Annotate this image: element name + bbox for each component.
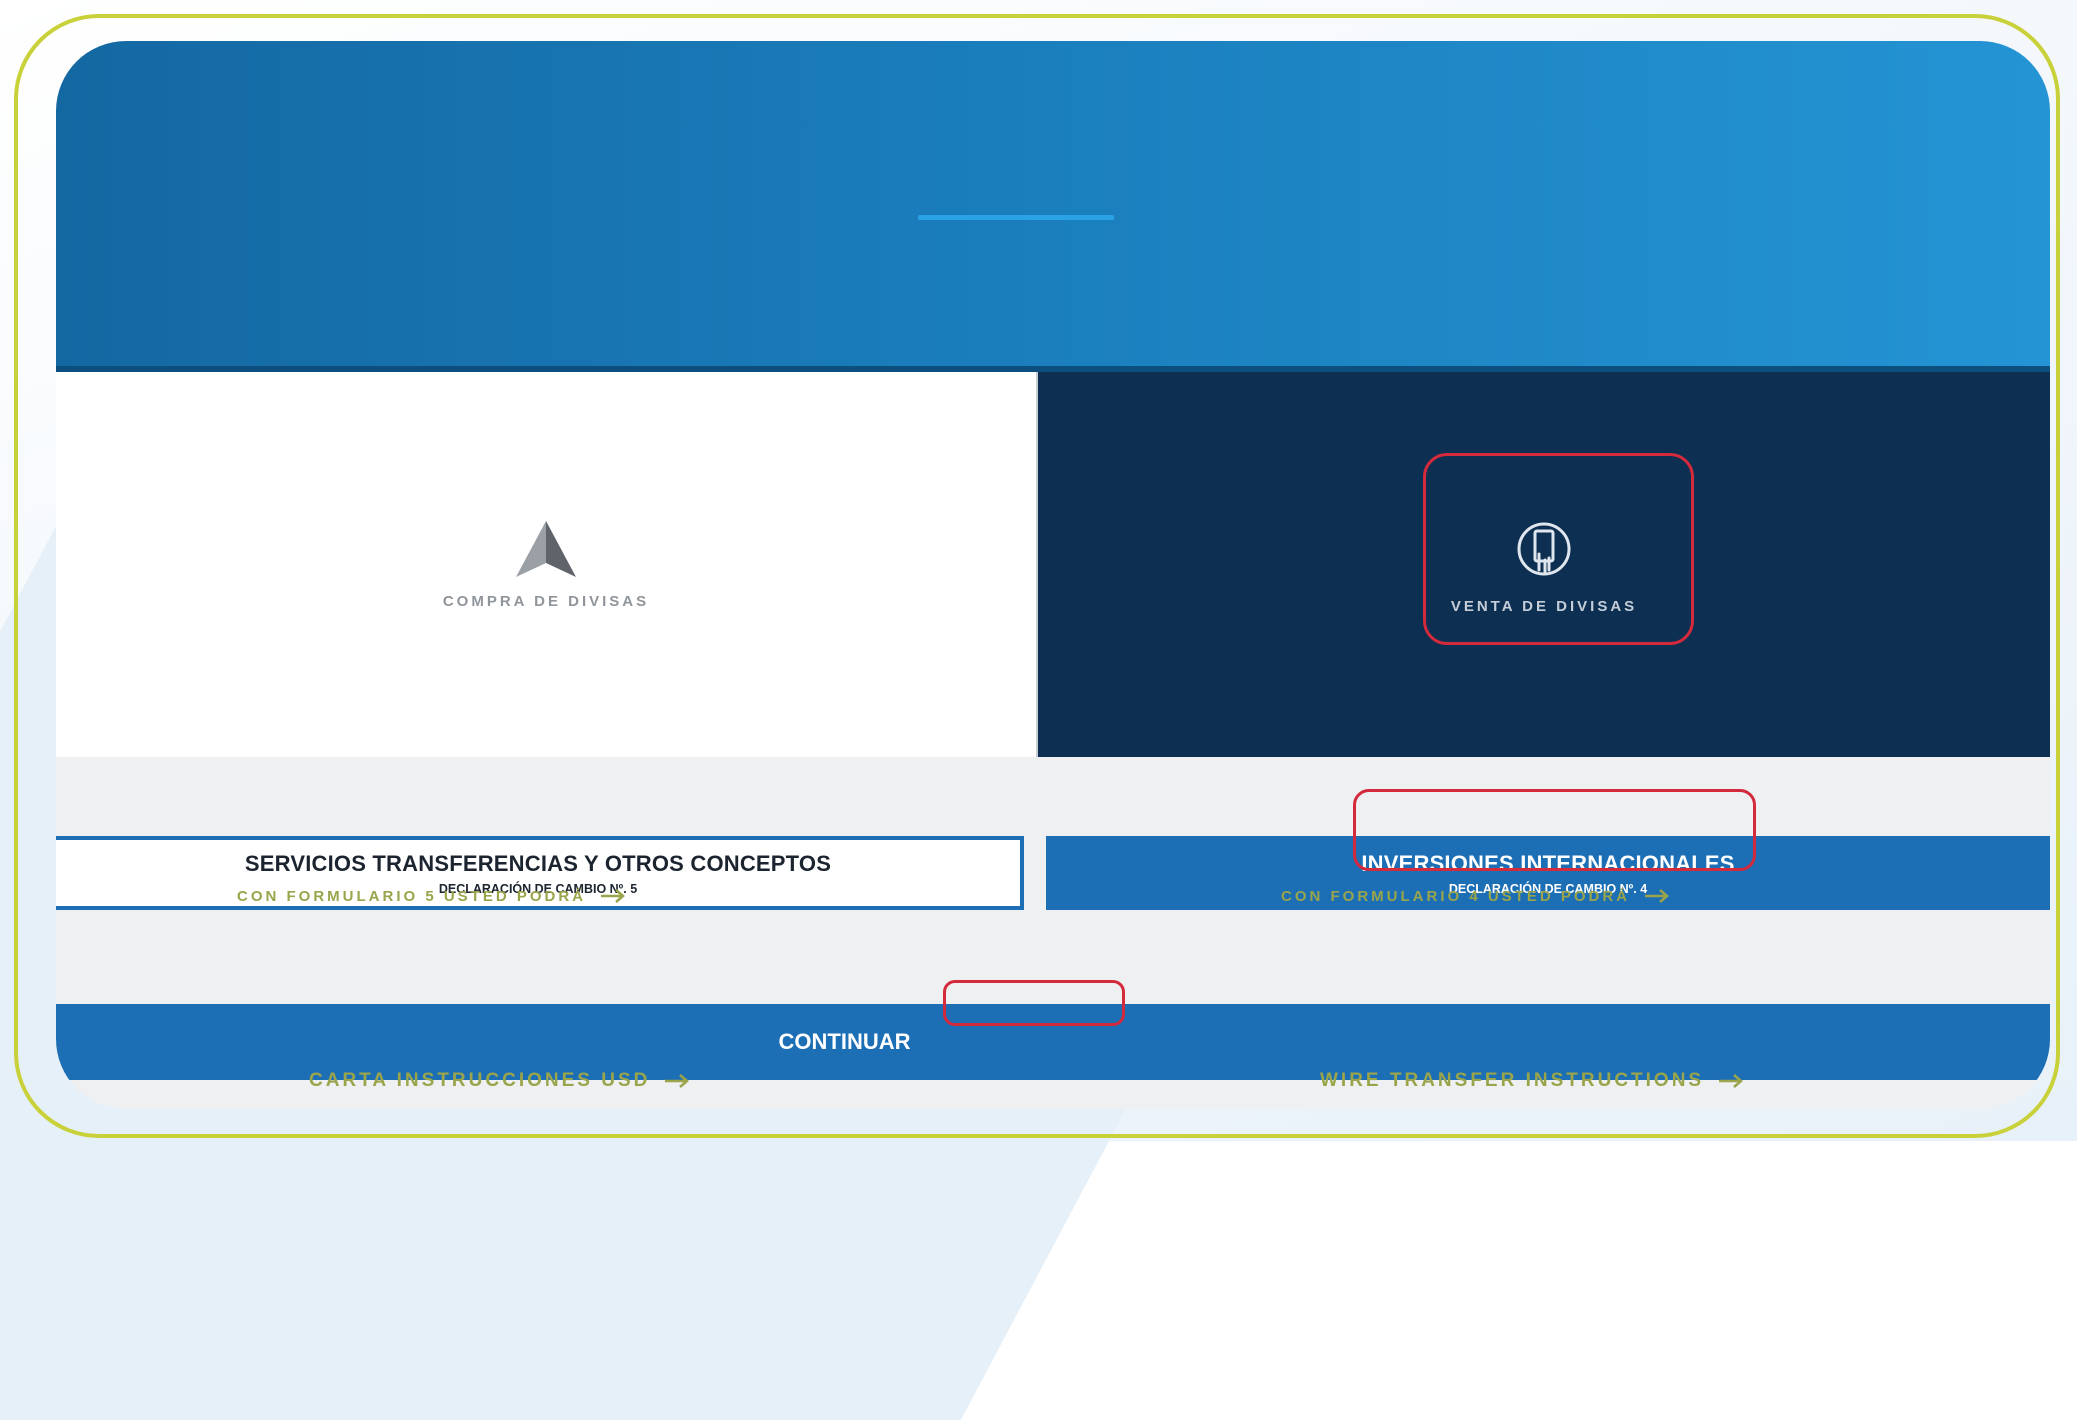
form-5-link[interactable]: CON FORMULARIO 5 USTED PODRÁ <box>237 882 626 910</box>
arrow-right-icon <box>665 1074 690 1088</box>
tile-compra-label: COMPRA DE DIVISAS <box>442 593 650 610</box>
wire-transfer-instructions-link[interactable]: WIRE TRANSFER INSTRUCTIONS <box>1320 1067 1744 1095</box>
sell-highlight-box <box>1423 453 1694 645</box>
main-panel: COMPRA DE DIVISAS VENTA DE DIVISAS SERVI… <box>56 41 2050 1109</box>
option-servicios-title: SERVICIOS TRANSFERENCIAS Y OTROS CONCEPT… <box>244 850 832 876</box>
form-4-link[interactable]: CON FORMULARIO 4 USTED PODRÁ <box>1281 882 1670 910</box>
carta-instrucciones-usd-link[interactable]: CARTA INSTRUCCIONES USD <box>309 1067 690 1095</box>
header-banner <box>56 41 2050 366</box>
continue-highlight-box <box>943 980 1125 1026</box>
banner-divider <box>918 215 1114 220</box>
arrow-right-icon <box>1645 889 1669 903</box>
form-4-link-label: CON FORMULARIO 4 USTED PODRÁ <box>1281 887 1631 905</box>
tile-compra-divisas[interactable]: COMPRA DE DIVISAS <box>56 372 1038 757</box>
triangle-icon <box>516 521 576 577</box>
form-5-link-label: CON FORMULARIO 5 USTED PODRÁ <box>237 887 587 905</box>
investments-highlight-box <box>1353 789 1756 871</box>
carta-instrucciones-usd-label: CARTA INSTRUCCIONES USD <box>309 1070 651 1091</box>
continue-button-label[interactable]: CONTINUAR <box>779 1029 911 1055</box>
arrow-right-icon <box>601 889 625 903</box>
arrow-right-icon <box>1719 1074 1744 1088</box>
wire-transfer-instructions-label: WIRE TRANSFER INSTRUCTIONS <box>1320 1070 1705 1091</box>
